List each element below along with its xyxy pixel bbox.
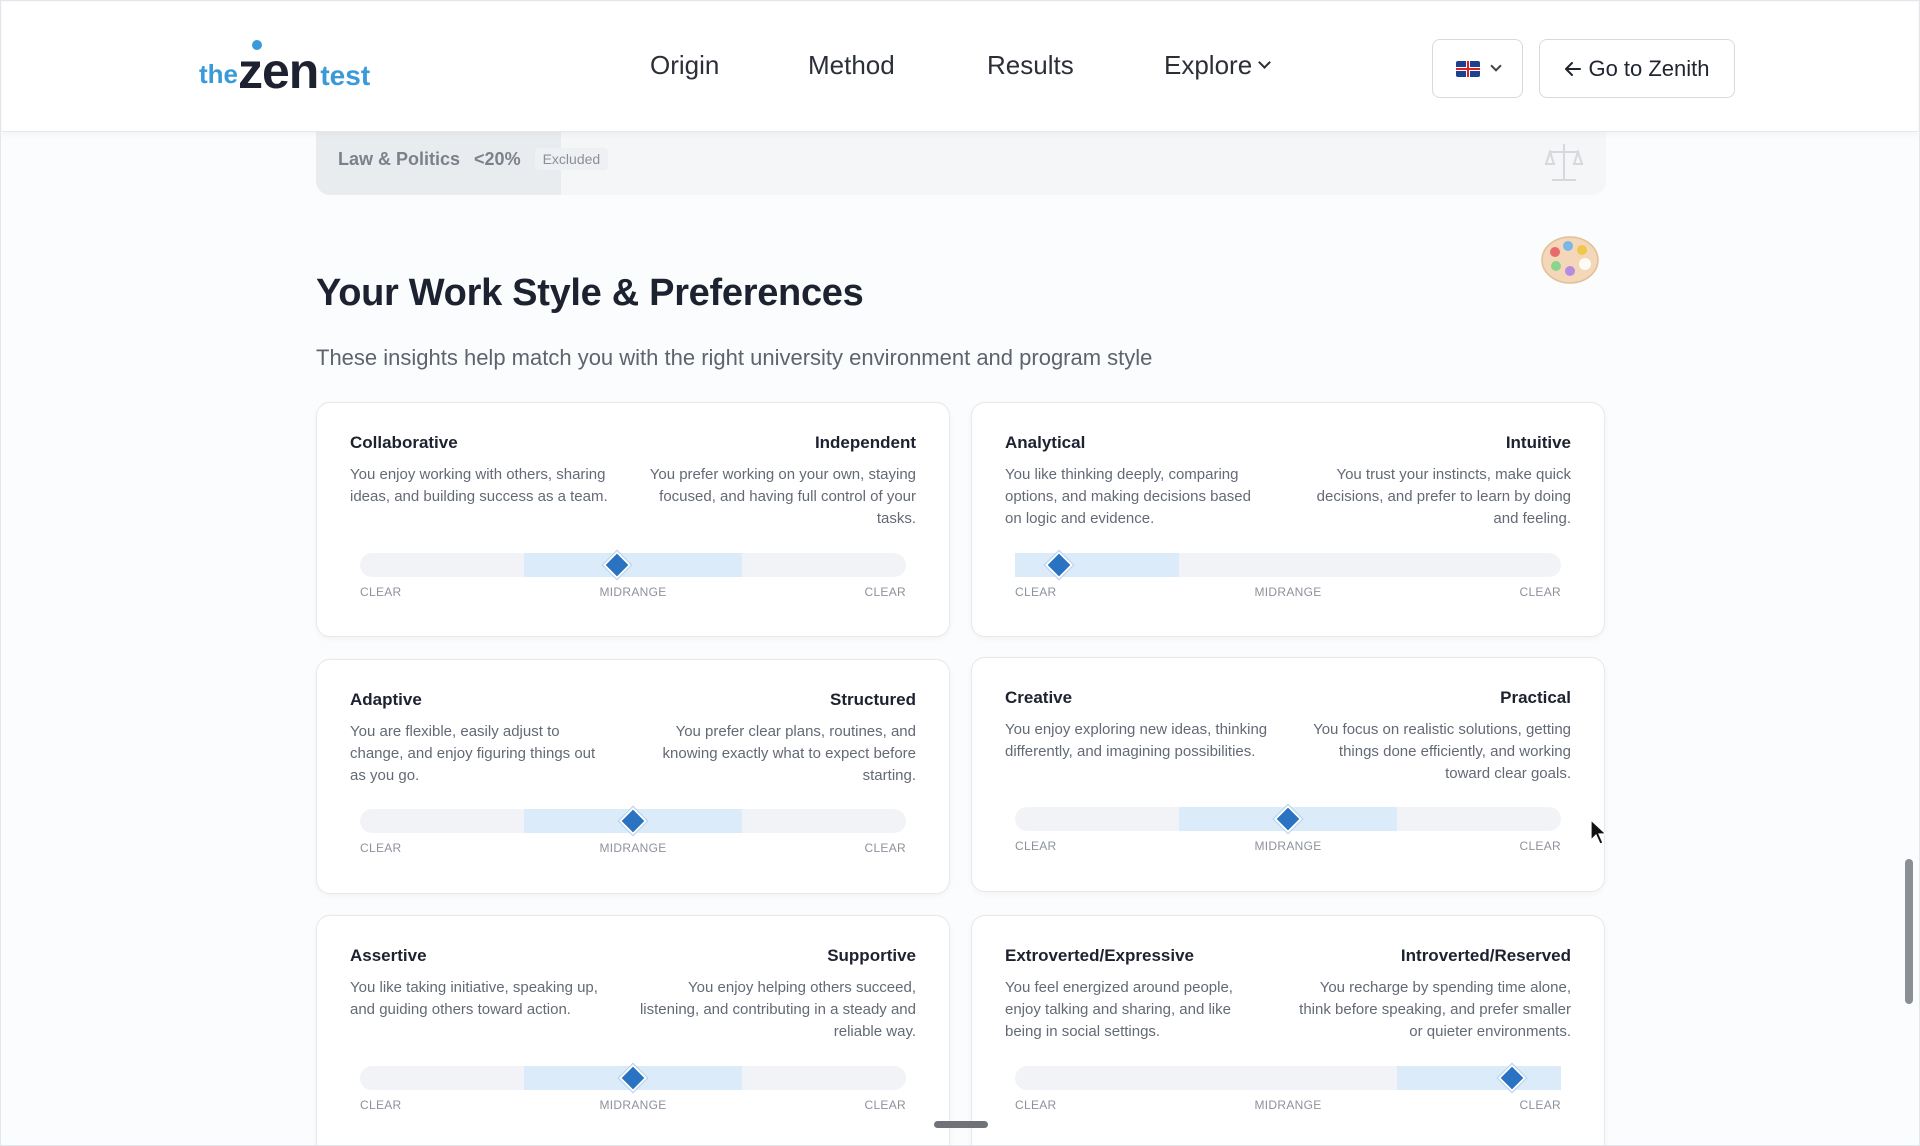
preference-card-collaborative-independent: Collaborative Independent You enjoy work… xyxy=(316,402,950,637)
logo-the: the xyxy=(199,59,238,89)
scale-label-left: CLEAR xyxy=(360,585,402,599)
field-percent: <20% xyxy=(474,148,521,169)
scale-label-left: CLEAR xyxy=(360,1098,402,1112)
scale-label-left: CLEAR xyxy=(1015,1098,1057,1112)
scale-label-mid: MIDRANGE xyxy=(599,585,667,599)
preference-slider xyxy=(360,1063,906,1093)
right-trait-title: Structured xyxy=(830,690,916,709)
left-band xyxy=(1015,553,1179,577)
scale-label-mid: MIDRANGE xyxy=(599,1098,667,1112)
scale-label-mid: MIDRANGE xyxy=(1254,585,1322,599)
preference-card-extroverted-introverted: Extroverted/Expressive Introverted/Reser… xyxy=(971,915,1605,1145)
nav-method[interactable]: Method xyxy=(808,50,895,81)
scale-label-right: CLEAR xyxy=(1519,585,1561,599)
right-trait-title: Practical xyxy=(1500,688,1571,707)
left-trait-description: You enjoy exploring new ideas, thinking … xyxy=(1005,721,1268,760)
left-trait-description: You enjoy working with others, sharing i… xyxy=(350,466,608,505)
language-selector[interactable] xyxy=(1432,39,1523,98)
field-name: Law & Politics xyxy=(338,148,461,169)
logo-zen: zen xyxy=(238,40,319,99)
scale-label-mid: MIDRANGE xyxy=(599,841,667,855)
preference-card-adaptive-structured: Adaptive Structured You are flexible, ea… xyxy=(316,659,950,894)
scale-label-left: CLEAR xyxy=(360,841,402,855)
left-trait-description: You feel energized around people, enjoy … xyxy=(1005,979,1233,1040)
left-trait-description: You like taking initiative, speaking up,… xyxy=(350,979,598,1018)
preference-slider xyxy=(1015,804,1561,834)
right-band xyxy=(1397,1066,1561,1090)
page-frame: the zen test Origin Method Results Explo… xyxy=(0,0,1920,1146)
right-trait-description: You prefer clear plans, routines, and kn… xyxy=(662,723,916,784)
left-trait-description: You like thinking deeply, comparing opti… xyxy=(1005,466,1251,527)
scale-label-right: CLEAR xyxy=(864,1098,906,1112)
scale-label-right: CLEAR xyxy=(864,841,906,855)
logo-dot xyxy=(252,40,262,50)
preference-slider xyxy=(360,550,906,580)
site-header: the zen test Origin Method Results Explo… xyxy=(2,2,1918,132)
uk-flag-icon xyxy=(1455,60,1480,77)
left-trait-title: Creative xyxy=(1005,688,1073,707)
left-trait-title: Assertive xyxy=(350,946,427,965)
scale-label-mid: MIDRANGE xyxy=(1254,1098,1322,1112)
nav-explore[interactable]: Explore xyxy=(1164,50,1272,81)
section-title: Your Work Style & Preferences xyxy=(316,272,864,314)
section-subtitle: These insights help match you with the r… xyxy=(316,345,1153,370)
chevron-down-icon xyxy=(1489,59,1502,72)
scroll-handle[interactable] xyxy=(934,1121,988,1128)
scales-icon xyxy=(1544,144,1584,181)
right-trait-description: You enjoy helping others succeed, listen… xyxy=(639,979,916,1040)
chevron-down-icon xyxy=(1258,56,1272,69)
right-trait-description: You focus on realistic solutions, gettin… xyxy=(1313,721,1571,782)
scale-label-left: CLEAR xyxy=(1015,839,1057,853)
right-trait-description: You prefer working on your own, staying … xyxy=(649,466,916,527)
preference-card-analytical-intuitive: Analytical Intuitive You like thinking d… xyxy=(971,402,1605,637)
left-trait-description: You are flexible, easily adjust to chang… xyxy=(350,723,596,784)
scale-label-left: CLEAR xyxy=(1015,585,1057,599)
preference-card-creative-practical: Creative Practical You enjoy exploring n… xyxy=(971,657,1605,892)
palette-icon xyxy=(1541,236,1599,284)
go-to-zenith-label: Go to Zenith xyxy=(1588,55,1710,81)
preference-slider xyxy=(1015,1063,1561,1093)
preference-slider xyxy=(1015,550,1561,580)
right-trait-title: Intuitive xyxy=(1505,433,1571,452)
left-trait-title: Collaborative xyxy=(350,433,458,452)
midrange-band xyxy=(523,553,743,577)
logo[interactable]: the zen test xyxy=(199,40,370,96)
nav-explore-label: Explore xyxy=(1164,50,1253,80)
left-trait-title: Analytical xyxy=(1005,433,1086,452)
right-trait-title: Supportive xyxy=(827,946,916,965)
right-trait-description: You trust your instincts, make quick dec… xyxy=(1316,466,1571,527)
go-to-zenith-button[interactable]: Go to Zenith xyxy=(1539,39,1735,98)
excluded-field-row: Law & Politics <20% Excluded xyxy=(316,132,1606,195)
right-trait-description: You recharge by spending time alone, thi… xyxy=(1299,979,1571,1040)
scale-label-right: CLEAR xyxy=(1519,839,1561,853)
nav-results[interactable]: Results xyxy=(987,50,1074,81)
arrow-left-icon xyxy=(1565,61,1582,76)
logo-test: test xyxy=(320,60,371,91)
logo-zen-text: zen xyxy=(238,43,319,99)
scale-label-mid: MIDRANGE xyxy=(1254,839,1322,853)
excluded-field-label: Law & Politics <20% Excluded xyxy=(338,148,609,170)
scale-label-right: CLEAR xyxy=(864,585,906,599)
left-trait-title: Extroverted/Expressive xyxy=(1005,946,1194,965)
preference-slider xyxy=(360,806,906,836)
preference-card-assertive-supportive: Assertive Supportive You like taking ini… xyxy=(316,915,950,1145)
scale-label-right: CLEAR xyxy=(1519,1098,1561,1112)
left-trait-title: Adaptive xyxy=(350,690,422,709)
vertical-scrollbar-thumb[interactable] xyxy=(1905,859,1913,1004)
right-trait-title: Introverted/Reserved xyxy=(1400,946,1571,965)
nav-origin[interactable]: Origin xyxy=(650,50,719,81)
right-trait-title: Independent xyxy=(814,433,916,452)
excluded-badge: Excluded xyxy=(534,148,609,170)
mouse-cursor-icon xyxy=(1590,819,1608,845)
